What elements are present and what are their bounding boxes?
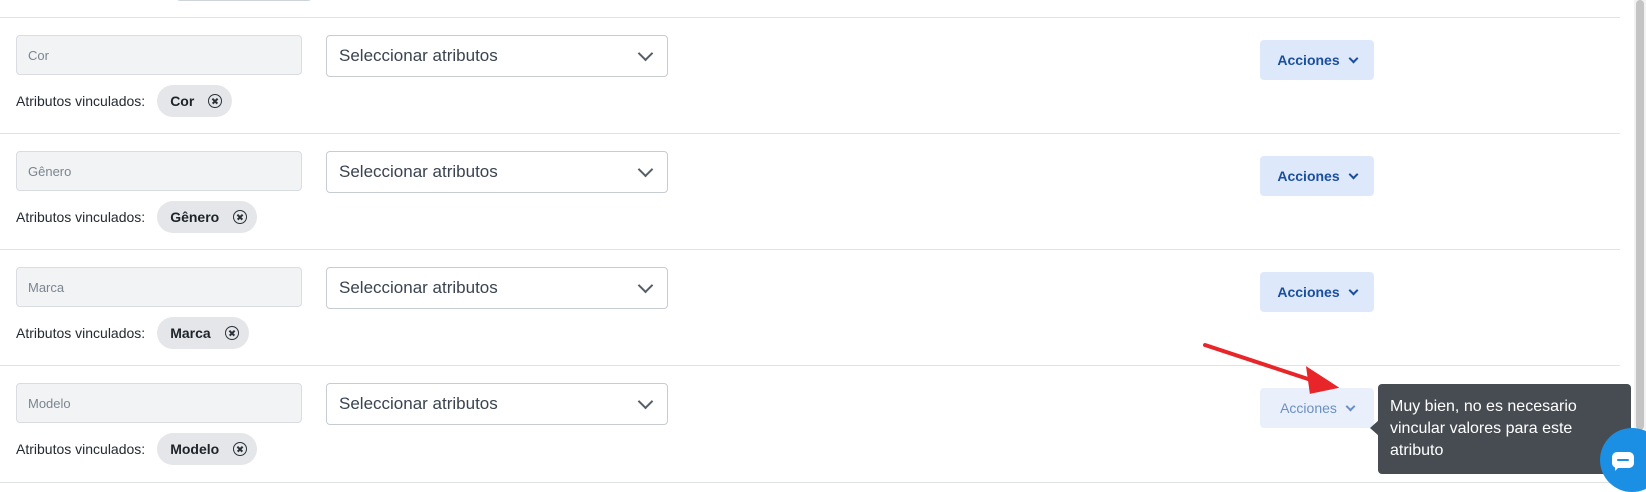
actions-label: Acciones xyxy=(1277,52,1340,68)
tooltip-text: Muy bien, no es necesario vincular valor… xyxy=(1390,398,1577,459)
chevron-down-icon xyxy=(637,277,654,293)
chat-icon xyxy=(1612,452,1634,471)
actions-label: Acciones xyxy=(1277,284,1340,300)
chip-label: Modelo xyxy=(170,441,220,457)
chevron-down-icon xyxy=(637,393,654,409)
attribute-row: Seleccionar atributos Atributos vinculad… xyxy=(0,133,1620,250)
attribute-name-input[interactable] xyxy=(16,383,302,423)
chip-label: Gênero xyxy=(170,209,220,225)
attribute-name-input[interactable] xyxy=(16,267,302,307)
linked-attributes-label: Atributos vinculados: xyxy=(16,209,146,225)
actions-label: Acciones xyxy=(1277,168,1340,184)
attribute-row: Seleccionar atributos Atributos vinculad… xyxy=(0,17,1620,134)
scrollbar-thumb[interactable] xyxy=(1636,0,1644,430)
chevron-down-icon xyxy=(1348,53,1359,63)
chevron-down-icon xyxy=(637,45,654,61)
close-circle-icon[interactable] xyxy=(233,210,248,224)
previous-row-field-edge xyxy=(176,0,312,1)
linked-attributes: Atributos vinculados: Modelo xyxy=(16,433,258,465)
chevron-down-icon xyxy=(1348,169,1359,179)
attribute-name-input[interactable] xyxy=(16,151,302,191)
select-placeholder: Seleccionar atributos xyxy=(339,46,498,65)
attribute-select[interactable]: Seleccionar atributos xyxy=(326,35,668,77)
linked-attribute-chip: Cor xyxy=(157,85,233,117)
linked-attributes: Atributos vinculados: Cor xyxy=(16,85,233,117)
red-arrow-icon xyxy=(1203,343,1340,394)
linked-attributes-label: Atributos vinculados: xyxy=(16,93,146,109)
linked-attributes-label: Atributos vinculados: xyxy=(16,325,146,341)
scrollbar[interactable] xyxy=(1634,0,1646,489)
attribute-select[interactable]: Seleccionar atributos xyxy=(326,267,668,309)
actions-label: Acciones xyxy=(1280,400,1337,416)
select-placeholder: Seleccionar atributos xyxy=(339,278,498,297)
close-circle-icon[interactable] xyxy=(208,94,223,108)
close-circle-icon[interactable] xyxy=(233,442,248,456)
select-placeholder: Seleccionar atributos xyxy=(339,162,498,181)
linked-attribute-chip: Marca xyxy=(157,317,249,349)
actions-button[interactable]: Acciones xyxy=(1260,156,1374,196)
linked-attributes: Atributos vinculados: Gênero xyxy=(16,201,258,233)
linked-attribute-chip: Gênero xyxy=(157,201,258,233)
chevron-down-icon xyxy=(637,161,654,177)
linked-attribute-chip: Modelo xyxy=(157,433,258,465)
select-placeholder: Seleccionar atributos xyxy=(339,394,498,413)
attribute-name-input[interactable] xyxy=(16,35,302,75)
tooltip: Muy bien, no es necesario vincular valor… xyxy=(1378,384,1631,474)
close-circle-icon[interactable] xyxy=(224,326,239,340)
actions-button[interactable]: Acciones xyxy=(1260,40,1374,80)
chip-label: Cor xyxy=(170,93,195,109)
linked-attributes-label: Atributos vinculados: xyxy=(16,441,146,457)
actions-button[interactable]: Acciones xyxy=(1260,272,1374,312)
linked-attributes: Atributos vinculados: Marca xyxy=(16,317,249,349)
attribute-select[interactable]: Seleccionar atributos xyxy=(326,151,668,193)
attribute-select[interactable]: Seleccionar atributos xyxy=(326,383,668,425)
chip-label: Marca xyxy=(170,325,211,341)
chevron-down-icon xyxy=(1345,401,1356,411)
chevron-down-icon xyxy=(1348,285,1359,295)
attribute-row: Seleccionar atributos Atributos vinculad… xyxy=(0,249,1620,366)
